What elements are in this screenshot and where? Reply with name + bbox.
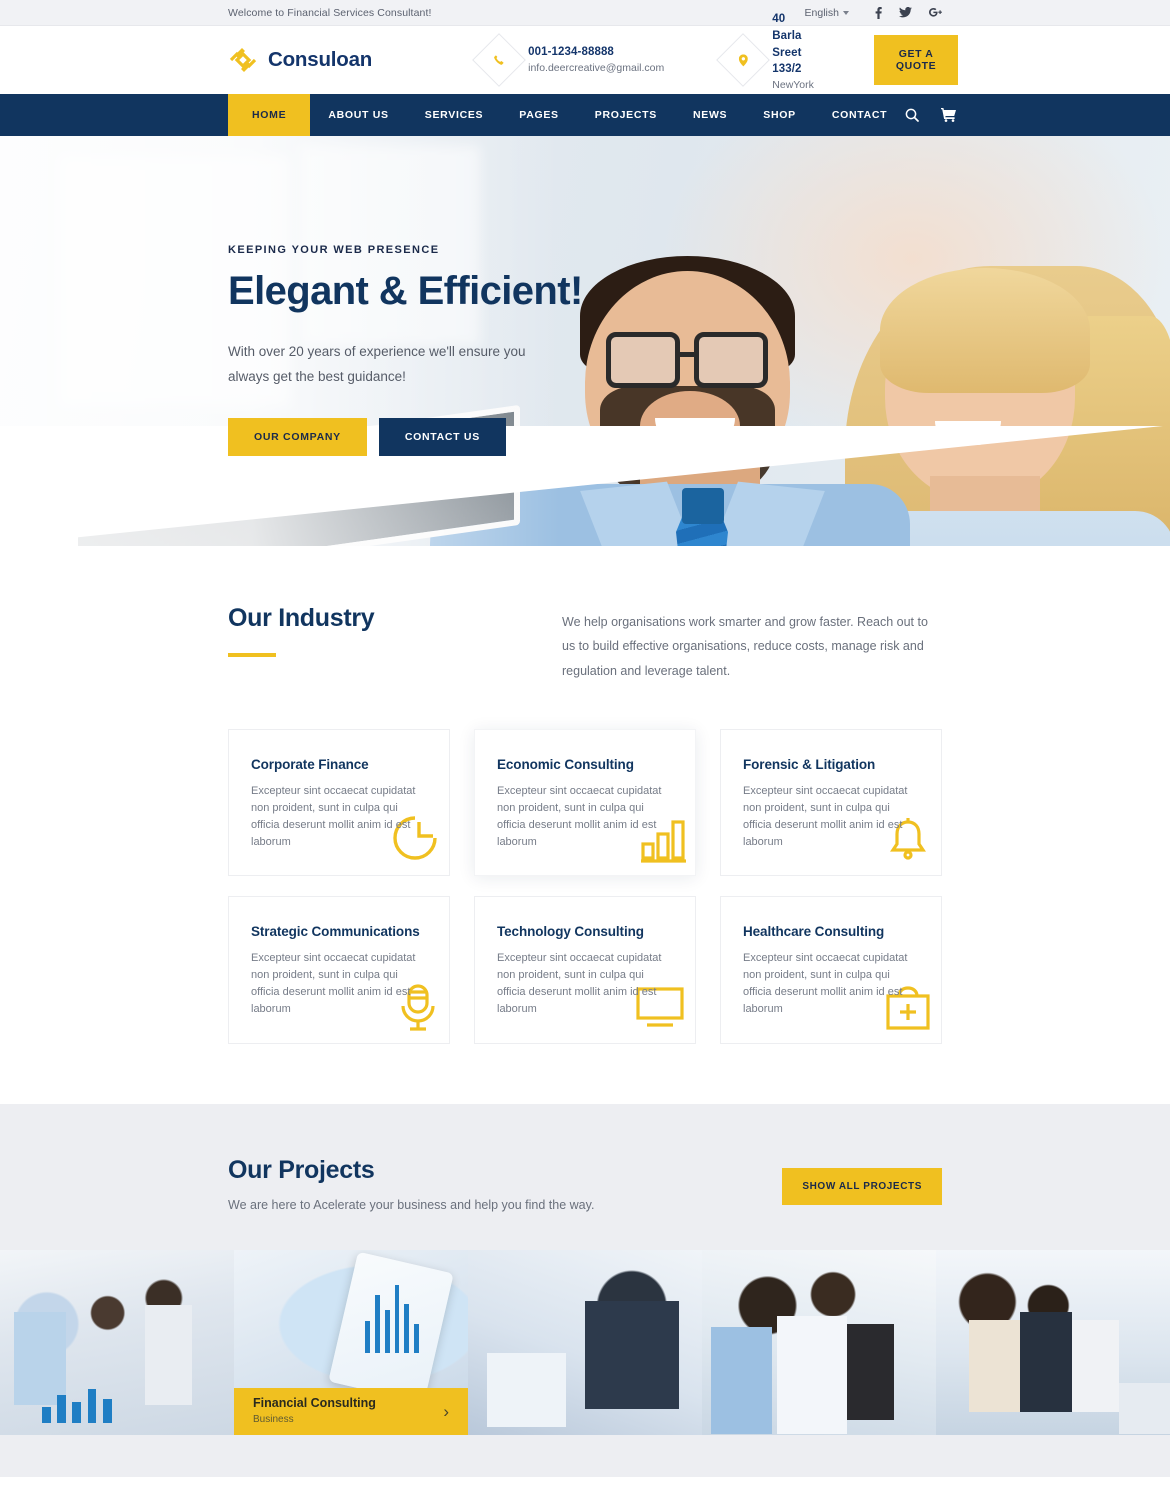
project-team-meeting[interactable] xyxy=(0,1249,234,1435)
logo-icon xyxy=(228,45,258,75)
nav-item-services[interactable]: SERVICES xyxy=(407,94,502,136)
industry-cards: Corporate Finance Excepteur sint occaeca… xyxy=(228,729,942,1044)
contact-us-button[interactable]: CONTACT US xyxy=(378,417,506,456)
industry-card-economic-consulting[interactable]: Economic Consulting Excepteur sint occae… xyxy=(474,729,696,877)
twitter-icon[interactable] xyxy=(899,7,912,18)
project-boardroom-discussion[interactable] xyxy=(936,1249,1170,1435)
card-title: Forensic & Litigation xyxy=(743,757,876,773)
location-pin-icon xyxy=(716,33,771,87)
project-caption-category: Business xyxy=(253,1413,294,1425)
card-title: Economic Consulting xyxy=(497,757,634,773)
title-underline xyxy=(228,653,276,657)
card-text: Excepteur sint occaecat cupidatat non pr… xyxy=(743,785,908,849)
industry-card-forensic-litigation[interactable]: Forensic & Litigation Excepteur sint occ… xyxy=(720,729,942,877)
industry-card-strategic-communications[interactable]: Strategic Communications Excepteur sint … xyxy=(228,896,450,1044)
industry-card-corporate-finance[interactable]: Corporate Finance Excepteur sint occaeca… xyxy=(228,729,450,877)
nav-item-projects[interactable]: PROJECTS xyxy=(577,94,675,136)
projects-bottom-spacer xyxy=(0,1434,1170,1477)
card-text: Excepteur sint occaecat cupidatat non pr… xyxy=(497,952,662,1016)
card-text: Excepteur sint occaecat cupidatat non pr… xyxy=(497,785,662,849)
search-icon[interactable] xyxy=(905,108,920,122)
address-line-1: 40 Barla Sreet 133/2 xyxy=(772,13,802,76)
logo-text: Consuloan xyxy=(268,48,373,71)
main-navigation: HOME ABOUT US SERVICES PAGES PROJECTS NE… xyxy=(0,94,1170,136)
card-text: Excepteur sint occaecat cupidatat non pr… xyxy=(251,785,416,849)
nav-item-shop[interactable]: SHOP xyxy=(745,94,814,136)
cart-icon[interactable] xyxy=(941,108,957,122)
card-title: Technology Consulting xyxy=(497,924,644,940)
facebook-icon[interactable] xyxy=(875,6,882,19)
industry-header: Our Industry We help organisations work … xyxy=(228,604,942,683)
nav-actions xyxy=(905,94,957,136)
testimonial-section: “ 2000+ Happy Client “ We worked with Co… xyxy=(0,1476,1170,1500)
nav-item-home[interactable]: HOME xyxy=(228,94,311,136)
industry-card-healthcare-consulting[interactable]: Healthcare Consulting Excepteur sint occ… xyxy=(720,896,942,1044)
hero-title: Elegant & Efficient! xyxy=(228,269,583,313)
hero-buttons: OUR COMPANY CONTACT US xyxy=(228,417,648,456)
industry-title-column: Our Industry xyxy=(228,604,562,657)
project-handshake-meeting[interactable] xyxy=(468,1249,702,1435)
projects-section: Our Projects We are here to Acelerate yo… xyxy=(0,1103,1170,1477)
show-all-projects-button[interactable]: SHOW ALL PROJECTS xyxy=(782,1167,942,1205)
logo[interactable]: Consuloan xyxy=(228,45,372,75)
get-a-quote-button[interactable]: GET A QUOTE xyxy=(873,35,959,85)
chevron-right-icon[interactable]: › xyxy=(443,1403,449,1420)
card-title: Corporate Finance xyxy=(251,757,369,773)
projects-header: Our Projects We are here to Acelerate yo… xyxy=(0,1156,1170,1212)
phone-number: 001-1234-88888 xyxy=(528,46,614,59)
projects-title-column: Our Projects We are here to Acelerate yo… xyxy=(228,1156,782,1212)
page-root: Welcome to Financial Services Consultant… xyxy=(0,0,1170,1500)
google-plus-icon[interactable] xyxy=(929,7,942,18)
card-text: Excepteur sint occaecat cupidatat non pr… xyxy=(251,952,416,1016)
hero-banner: KEEPING YOUR WEB PRESENCE Elegant & Effi… xyxy=(0,136,1170,546)
industry-description: We help organisations work smarter and g… xyxy=(562,615,928,678)
nav-items: HOME ABOUT US SERVICES PAGES PROJECTS NE… xyxy=(228,94,905,136)
phone-info: 001-1234-88888 info.deercreative@gmail.c… xyxy=(472,33,665,87)
social-links xyxy=(875,6,942,19)
project-whiteboard-session[interactable] xyxy=(702,1249,936,1435)
nav-item-pages[interactable]: PAGES xyxy=(501,94,576,136)
hero-subtitle: With over 20 years of experience we'll e… xyxy=(228,344,526,384)
nav-item-about-us[interactable]: ABOUT US xyxy=(310,94,406,136)
industry-title: Our Industry xyxy=(228,604,375,632)
nav-item-news[interactable]: NEWS xyxy=(675,94,745,136)
project-caption-title: Financial Consulting xyxy=(253,1395,376,1410)
hero-eyebrow: KEEPING YOUR WEB PRESENCE xyxy=(228,244,440,256)
industry-section: Our Industry We help organisations work … xyxy=(0,546,1170,1104)
projects-gallery: Financial Consulting Business › xyxy=(0,1249,1170,1435)
project-caption[interactable]: Financial Consulting Business › xyxy=(234,1387,468,1435)
phone-icon xyxy=(472,33,526,87)
card-text: Excepteur sint occaecat cupidatat non pr… xyxy=(743,952,908,1016)
email-address: info.deercreative@gmail.com xyxy=(528,61,665,74)
welcome-message: Welcome to Financial Services Consultant… xyxy=(228,6,432,19)
hero-content: KEEPING YOUR WEB PRESENCE Elegant & Effi… xyxy=(228,244,648,456)
project-financial-consulting[interactable]: Financial Consulting Business › xyxy=(234,1249,468,1435)
projects-subtitle: We are here to Acelerate your business a… xyxy=(228,1197,595,1212)
card-title: Healthcare Consulting xyxy=(743,924,885,940)
projects-title: Our Projects xyxy=(228,1155,375,1184)
industry-card-technology-consulting[interactable]: Technology Consulting Excepteur sint occ… xyxy=(474,896,696,1044)
site-header: Consuloan 001-1234-88888 info.deercreati… xyxy=(0,13,1170,106)
card-title: Strategic Communications xyxy=(251,924,420,940)
nav-item-contact[interactable]: CONTACT xyxy=(814,94,905,136)
our-company-button[interactable]: OUR COMPANY xyxy=(228,417,367,456)
